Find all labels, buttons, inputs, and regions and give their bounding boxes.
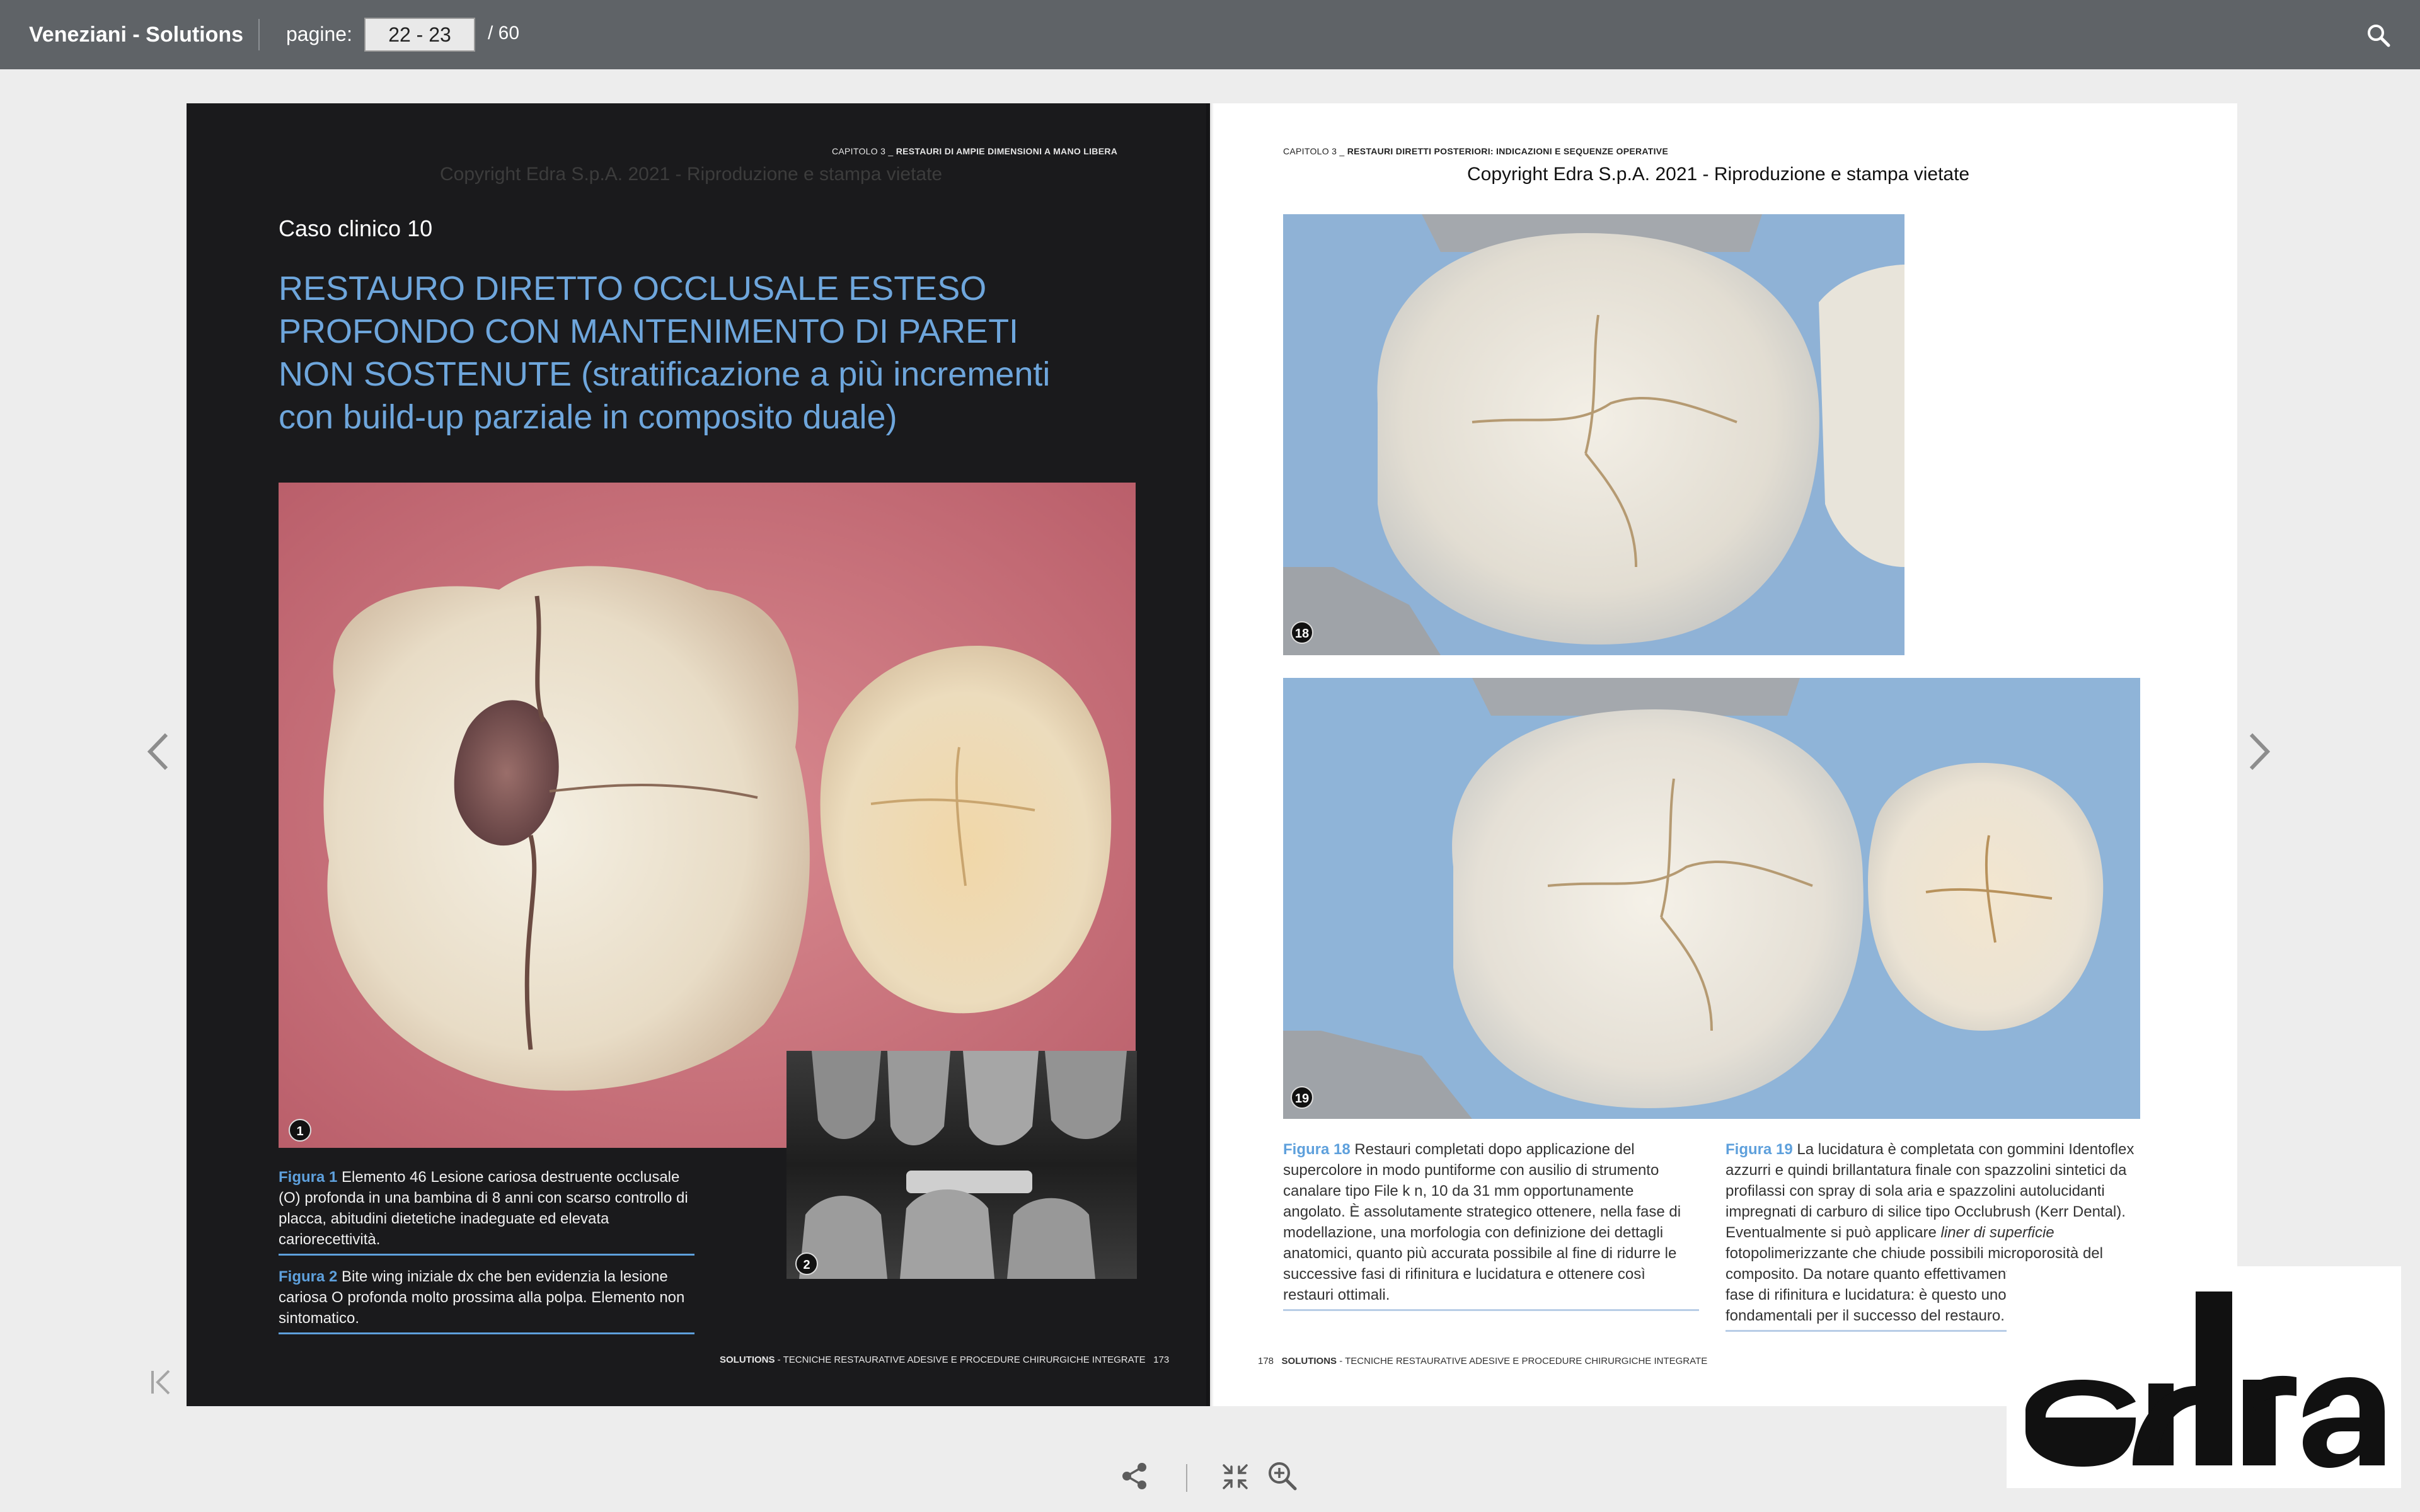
search-icon[interactable] <box>2366 23 2391 48</box>
page-number-input[interactable] <box>364 18 475 52</box>
right-page[interactable]: CAPITOLO 3 _ RESTAURI DIRETTI POSTERIORI… <box>1210 103 2237 1406</box>
running-head: CAPITOLO 3 _ RESTAURI DIRETTI POSTERIORI… <box>1283 146 1668 156</box>
page-footer: SOLUTIONS - TECNICHE RESTAURATIVE ADESIV… <box>720 1354 1169 1365</box>
figure-2-label: Figura 2 <box>279 1268 338 1285</box>
footer-subtitle: - TECNICHE RESTAURATIVE ADESIVE E PROCED… <box>1337 1356 1708 1366</box>
edra-logo-icon <box>2025 1292 2385 1468</box>
figure-19-number: 19 <box>1291 1086 1313 1109</box>
bottom-toolbar-divider <box>1186 1464 1187 1492</box>
figure-2-caption: Figura 2 Bite wing iniziale dx che ben e… <box>279 1266 694 1334</box>
running-head-chapter: CAPITOLO 3 _ <box>832 146 894 156</box>
case-label: Caso clinico 10 <box>279 215 433 241</box>
figure-1-number: 1 <box>289 1119 311 1142</box>
footer-book-title: SOLUTIONS <box>720 1354 775 1365</box>
footer-book-title: SOLUTIONS <box>1281 1356 1337 1366</box>
running-head-title: RESTAURI DIRETTI POSTERIORI: INDICAZIONI… <box>1347 146 1669 156</box>
book-spine <box>1206 103 1214 1406</box>
figure-19-photo <box>1283 678 2140 1119</box>
left-page[interactable]: CAPITOLO 3 _ RESTAURI DI AMPIE DIMENSION… <box>187 103 1210 1406</box>
pages-label: pagine: <box>286 23 352 45</box>
figure-18-number: 18 <box>1291 621 1313 644</box>
figure-1-label: Figura 1 <box>279 1169 338 1186</box>
exit-fullscreen-icon[interactable] <box>1221 1463 1249 1491</box>
running-head-chapter: CAPITOLO 3 _ <box>1283 146 1345 156</box>
figure-19-italic: liner di superficie <box>1940 1224 2054 1241</box>
figure-18-caption: Figura 18 Restauri completati dopo appli… <box>1283 1139 1699 1311</box>
zoom-in-icon[interactable] <box>1267 1460 1298 1492</box>
figure-2-number: 2 <box>795 1252 818 1275</box>
figure-18-label: Figura 18 <box>1283 1141 1351 1158</box>
page-footer: 178 SOLUTIONS - TECNICHE RESTAURATIVE AD… <box>1258 1356 1707 1366</box>
case-title: RESTAURO DIRETTO OCCLUSALE ESTESO PROFON… <box>279 267 1098 438</box>
figure-1-photo <box>279 483 1136 1148</box>
total-pages: / 60 <box>488 23 520 43</box>
publication-title: Veneziani - Solutions <box>29 23 244 47</box>
page-number: 178 <box>1258 1356 1274 1366</box>
figure-2-xray <box>786 1051 1137 1279</box>
chevron-left-icon[interactable] <box>142 731 174 772</box>
copyright-notice: Copyright Edra S.p.A. 2021 - Riproduzion… <box>440 164 943 185</box>
copyright-notice: Copyright Edra S.p.A. 2021 - Riproduzion… <box>1467 164 1970 185</box>
chevron-right-icon[interactable] <box>2244 731 2275 772</box>
publisher-logo <box>2007 1266 2401 1488</box>
running-head: CAPITOLO 3 _ RESTAURI DI AMPIE DIMENSION… <box>832 146 1117 156</box>
share-icon[interactable] <box>1121 1462 1150 1491</box>
first-page-icon[interactable] <box>149 1367 174 1397</box>
page-number: 173 <box>1153 1354 1170 1365</box>
figure-18-text: Restauri completati dopo applicazione de… <box>1283 1141 1681 1303</box>
toolbar-divider <box>258 19 260 50</box>
footer-subtitle: - TECNICHE RESTAURATIVE ADESIVE E PROCED… <box>775 1354 1146 1365</box>
running-head-title: RESTAURI DI AMPIE DIMENSIONI A MANO LIBE… <box>896 146 1118 156</box>
figure-18-photo <box>1283 214 1904 655</box>
figure-2-text: Bite wing iniziale dx che ben evidenzia … <box>279 1268 685 1327</box>
figure-19-label: Figura 19 <box>1726 1141 1793 1158</box>
top-toolbar: Veneziani - Solutions pagine: / 60 <box>0 0 2420 69</box>
figure-1-caption: Figura 1 Elemento 46 Lesione cariosa des… <box>279 1167 694 1256</box>
figure-1-text: Elemento 46 Lesione cariosa destruente o… <box>279 1169 688 1248</box>
